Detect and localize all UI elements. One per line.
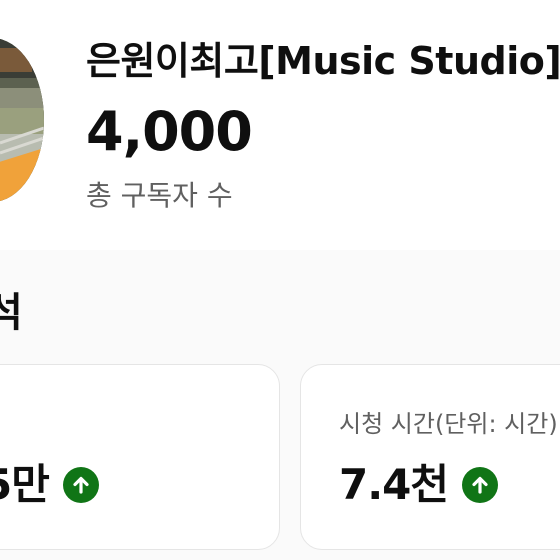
card-label: 시청 시간(단위: 시간) [339,410,558,438]
channel-dashboard: 은원이최고[Music Studio] 4,000 총 구독자 수 석 5만 시… [0,0,560,560]
arrow-up-circle-icon [62,467,99,503]
card-value-row: 5만 [0,457,99,513]
subscriber-label: 총 구독자 수 [86,179,233,212]
subscriber-count: 4,000 [86,100,253,163]
card-value: 5만 [0,460,50,509]
analytics-card-watch-time[interactable]: 시청 시간(단위: 시간) 7.4천 [300,364,560,550]
arrow-up-circle-icon [462,467,499,503]
card-value: 7.4천 [339,460,449,509]
avatar-image [0,38,44,202]
channel-header: 은원이최고[Music Studio] 4,000 총 구독자 수 [0,0,560,250]
analytics-section-title: 석 [0,290,23,336]
card-value-row: 7.4천 [339,457,499,513]
analytics-card-views[interactable]: 5만 [0,364,280,550]
channel-name: 은원이최고[Music Studio] [86,39,560,83]
avatar[interactable] [0,38,44,202]
